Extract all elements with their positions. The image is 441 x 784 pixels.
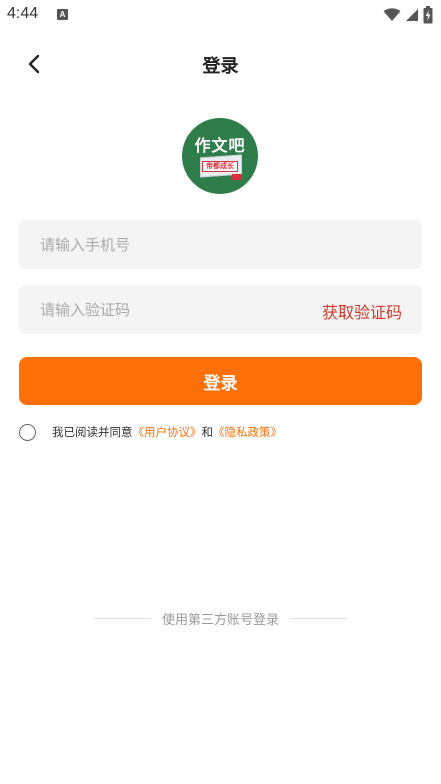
page-title: 登录	[202, 56, 239, 77]
app-logo: 作文吧 帝都成长	[182, 118, 258, 194]
privacy-policy-link[interactable]: 《隐私政策》	[213, 425, 282, 439]
status-icons	[383, 5, 433, 25]
login-button[interactable]: 登录	[19, 357, 422, 405]
wifi-icon	[383, 8, 401, 21]
agreement-conjunction: 和	[201, 425, 214, 439]
battery-icon	[423, 6, 433, 24]
third-party-login-divider: 使用第三方账号登录	[94, 608, 348, 628]
get-code-button[interactable]: 获取验证码	[322, 299, 402, 323]
phone-field	[19, 220, 422, 269]
divider-line-left	[94, 617, 151, 619]
status-time: 4:44	[7, 5, 39, 22]
signal-icon	[406, 9, 418, 21]
code-field: 获取验证码	[19, 285, 422, 334]
agreement-prefix: 我已阅读并同意	[52, 425, 133, 439]
app-header: 登录	[0, 40, 441, 88]
login-screen: 4:44 A 登录 作文吧 帝都成长 请输入手机号 请输入验证码 获取验证码 登…	[0, 0, 441, 784]
status-bar: 4:44 A	[0, 0, 441, 30]
user-agreement-link[interactable]: 《用户协议》	[133, 425, 202, 439]
logo-flag-graphic	[232, 174, 242, 180]
notification-icon: A	[57, 9, 68, 20]
divider-line-right	[290, 617, 348, 619]
logo-stamp: 帝都成长	[202, 161, 238, 172]
logo-title: 作文吧	[194, 136, 246, 155]
agreement-row: 我已阅读并同意《用户协议》和《隐私政策》	[19, 422, 422, 442]
agreement-text: 我已阅读并同意《用户协议》和《隐私政策》	[52, 424, 282, 440]
agree-checkbox[interactable]	[19, 423, 36, 441]
phone-input[interactable]	[19, 220, 422, 269]
third-party-login-label: 使用第三方账号登录	[162, 612, 280, 628]
